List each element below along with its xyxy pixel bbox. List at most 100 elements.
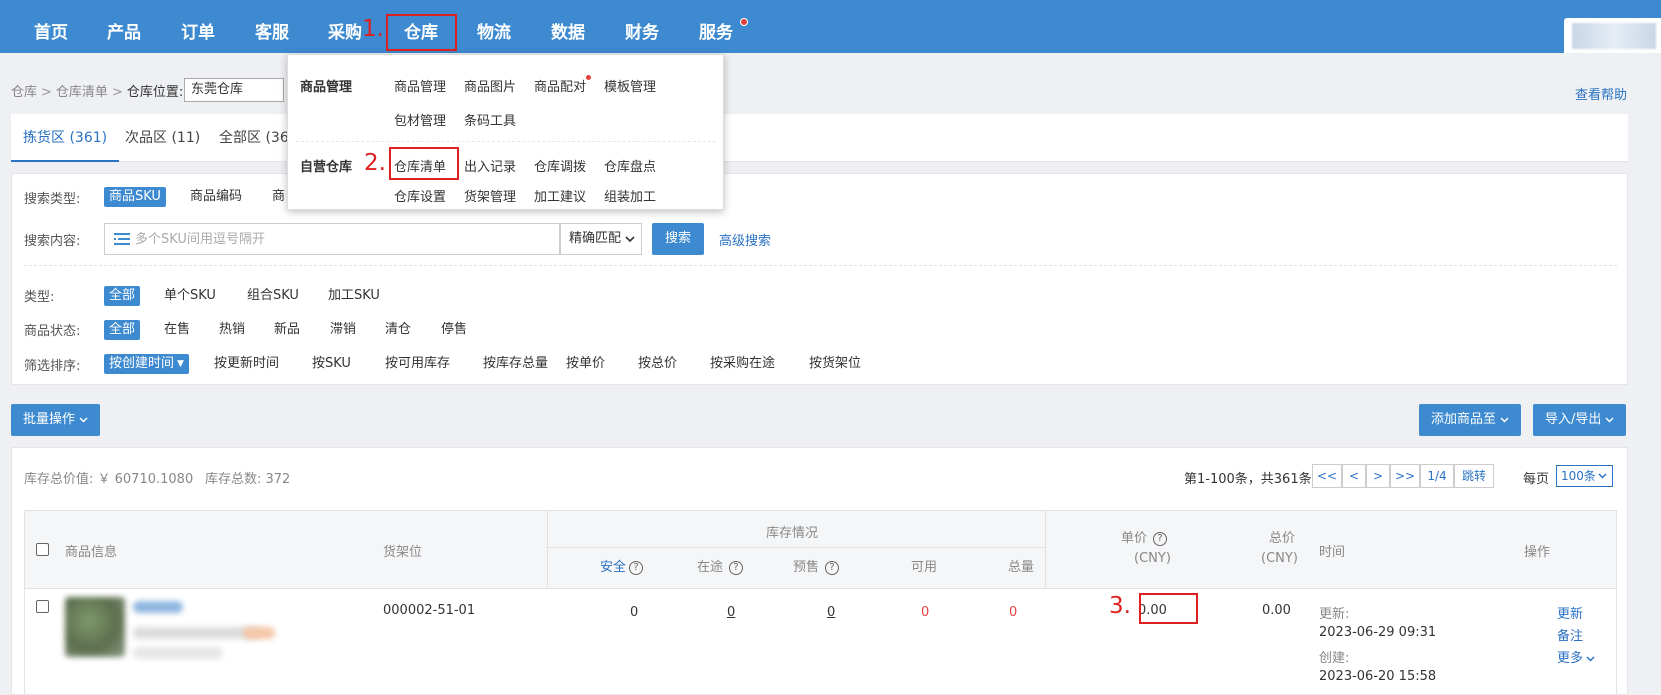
sort-shelf[interactable]: 按货架位 <box>809 354 861 374</box>
col-total-price: 总价 <box>1269 531 1296 546</box>
status-filter-label: 商品状态: <box>24 324 81 339</box>
sort-updated-time[interactable]: 按更新时间 <box>214 354 279 374</box>
row-note-link[interactable]: 备注 <box>1557 625 1583 644</box>
help-icon[interactable]: ? <box>825 561 840 575</box>
sort-sku[interactable]: 按SKU <box>312 354 351 374</box>
menu-item-transfer[interactable]: 仓库调拨 <box>534 156 586 175</box>
search-type-label: 搜索类型: <box>24 192 81 207</box>
menu-item-product-mgmt[interactable]: 商品管理 <box>394 76 446 95</box>
row-checkbox[interactable] <box>36 600 49 613</box>
type-filter-single[interactable]: 单个SKU <box>164 286 216 306</box>
search-panel: 搜索类型: 商品SKU 商品编码 商 搜索内容: 精确匹配 搜索 高级搜索 类型… <box>11 173 1628 385</box>
nav-service[interactable]: 客服 <box>255 0 289 53</box>
col-unit-price-currency: (CNY) <box>1134 551 1171 566</box>
menu-item-warehouse-settings[interactable]: 仓库设置 <box>394 186 446 205</box>
col-in-transit[interactable]: 在途? <box>697 556 744 575</box>
type-filter-process[interactable]: 加工SKU <box>328 286 380 306</box>
menu-item-packaging[interactable]: 包材管理 <box>394 110 446 129</box>
sort-unit-price[interactable]: 按单价 <box>566 354 605 374</box>
menu-item-barcode-tool[interactable]: 条码工具 <box>464 110 516 129</box>
tab-all-zones[interactable]: 全部区 (36 <box>219 114 289 162</box>
nav-finance[interactable]: 财务 <box>625 0 659 53</box>
caret-down-icon: ▼ <box>177 359 184 369</box>
per-page-value: 100条 <box>1561 469 1596 483</box>
sort-label: 筛选排序: <box>24 359 81 374</box>
pager-next[interactable]: > <box>1366 464 1390 488</box>
sort-created-time[interactable]: 按创建时间 ▼ <box>104 354 189 374</box>
menu-item-assembly[interactable]: 组装加工 <box>604 186 656 205</box>
row-safe: 0 <box>630 605 639 620</box>
status-filter-hot[interactable]: 热销 <box>219 320 245 340</box>
col-unit-price[interactable]: 单价? <box>1121 527 1168 546</box>
row-shelf: 000002-51-01 <box>383 603 476 618</box>
nav-products[interactable]: 产品 <box>107 0 141 53</box>
pager-prev[interactable]: < <box>1342 464 1366 488</box>
status-filter-new[interactable]: 新品 <box>274 320 300 340</box>
pager-first[interactable]: << <box>1312 464 1342 488</box>
type-filter-combo[interactable]: 组合SKU <box>247 286 299 306</box>
search-type-code[interactable]: 商品编码 <box>190 187 242 207</box>
pager-jump[interactable]: 跳转 <box>1454 464 1494 488</box>
select-all-checkbox[interactable] <box>36 543 49 556</box>
sort-total-price[interactable]: 按总价 <box>638 354 677 374</box>
nav-logistics[interactable]: 物流 <box>477 0 511 53</box>
row-in-transit[interactable]: 0 <box>727 605 735 620</box>
sort-in-transit[interactable]: 按采购在途 <box>710 354 775 374</box>
nav-purchase[interactable]: 采购 <box>328 0 362 53</box>
user-avatar[interactable] <box>1564 18 1661 53</box>
status-filter-slow[interactable]: 滞销 <box>330 320 356 340</box>
advanced-search-link[interactable]: 高级搜索 <box>719 230 771 249</box>
tab-picking-zone[interactable]: 拣货区 (361) <box>11 114 120 162</box>
menu-item-templates[interactable]: 模板管理 <box>604 76 656 95</box>
per-page-select[interactable]: 100条 <box>1556 465 1613 487</box>
product-link-blurred[interactable] <box>133 601 183 613</box>
match-mode-select[interactable]: 精确匹配 <box>560 223 642 255</box>
row-total-price: 0.00 <box>1262 603 1291 618</box>
tab-defect-zone[interactable]: 次品区 (11) <box>125 114 200 162</box>
help-link[interactable]: 查看帮助 <box>1575 84 1627 103</box>
search-input[interactable] <box>135 224 555 254</box>
type-filter-all[interactable]: 全部 <box>104 286 141 306</box>
pager-page-indicator[interactable]: 1/4 <box>1420 464 1454 488</box>
col-safe[interactable]: 安全? <box>600 556 644 575</box>
row-update-link[interactable]: 更新 <box>1557 603 1583 622</box>
add-products-to-button[interactable]: 添加商品至 <box>1419 404 1522 436</box>
search-type-other[interactable]: 商 <box>272 187 285 207</box>
row-presale[interactable]: 0 <box>827 605 835 620</box>
menu-item-processing-suggestions[interactable]: 加工建议 <box>534 186 586 205</box>
nav-orders[interactable]: 订单 <box>181 0 215 53</box>
col-safe-label: 安全 <box>600 560 627 575</box>
row-total: 0 <box>1009 605 1018 620</box>
status-filter-onsale[interactable]: 在售 <box>164 320 190 340</box>
status-filter-all[interactable]: 全部 <box>104 320 141 340</box>
warehouse-location-select[interactable]: 东莞仓库 <box>184 78 284 102</box>
breadcrumb-page[interactable]: 仓库清单 <box>56 85 108 100</box>
menu-item-product-pairing[interactable]: 商品配对 <box>534 76 586 95</box>
help-icon[interactable]: ? <box>629 561 644 575</box>
breadcrumb-root[interactable]: 仓库 <box>11 85 37 100</box>
search-type-sku[interactable]: 商品SKU <box>104 187 166 207</box>
status-filter-stopped[interactable]: 停售 <box>441 320 467 340</box>
top-nav: 首页 产品 订单 客服 采购 仓库 物流 数据 财务 服务 <box>0 0 1661 53</box>
highlight-warehouse-nav <box>386 14 457 51</box>
pager-last[interactable]: >> <box>1390 464 1420 488</box>
help-icon[interactable]: ? <box>729 561 744 575</box>
row-updated-time: 2023-06-29 09:31 <box>1319 625 1437 640</box>
menu-item-in-out-records[interactable]: 出入记录 <box>464 156 516 175</box>
product-thumbnail[interactable] <box>65 597 125 657</box>
help-icon[interactable]: ? <box>1153 532 1168 546</box>
batch-actions-button[interactable]: 批量操作 <box>11 404 101 436</box>
search-button[interactable]: 搜索 <box>652 223 704 255</box>
nav-services[interactable]: 服务 <box>699 0 733 53</box>
menu-item-product-images[interactable]: 商品图片 <box>464 76 516 95</box>
sort-available[interactable]: 按可用库存 <box>385 354 450 374</box>
nav-data[interactable]: 数据 <box>551 0 585 53</box>
import-export-button[interactable]: 导入/导出 <box>1533 404 1627 436</box>
row-more-link[interactable]: 更多 <box>1557 647 1595 666</box>
nav-home[interactable]: 首页 <box>34 0 68 53</box>
sort-total-stock[interactable]: 按库存总量 <box>483 354 548 374</box>
status-filter-clearance[interactable]: 清仓 <box>385 320 411 340</box>
col-presale[interactable]: 预售? <box>793 556 840 575</box>
menu-item-stocktake[interactable]: 仓库盘点 <box>604 156 656 175</box>
menu-item-shelf-mgmt[interactable]: 货架管理 <box>464 186 516 205</box>
